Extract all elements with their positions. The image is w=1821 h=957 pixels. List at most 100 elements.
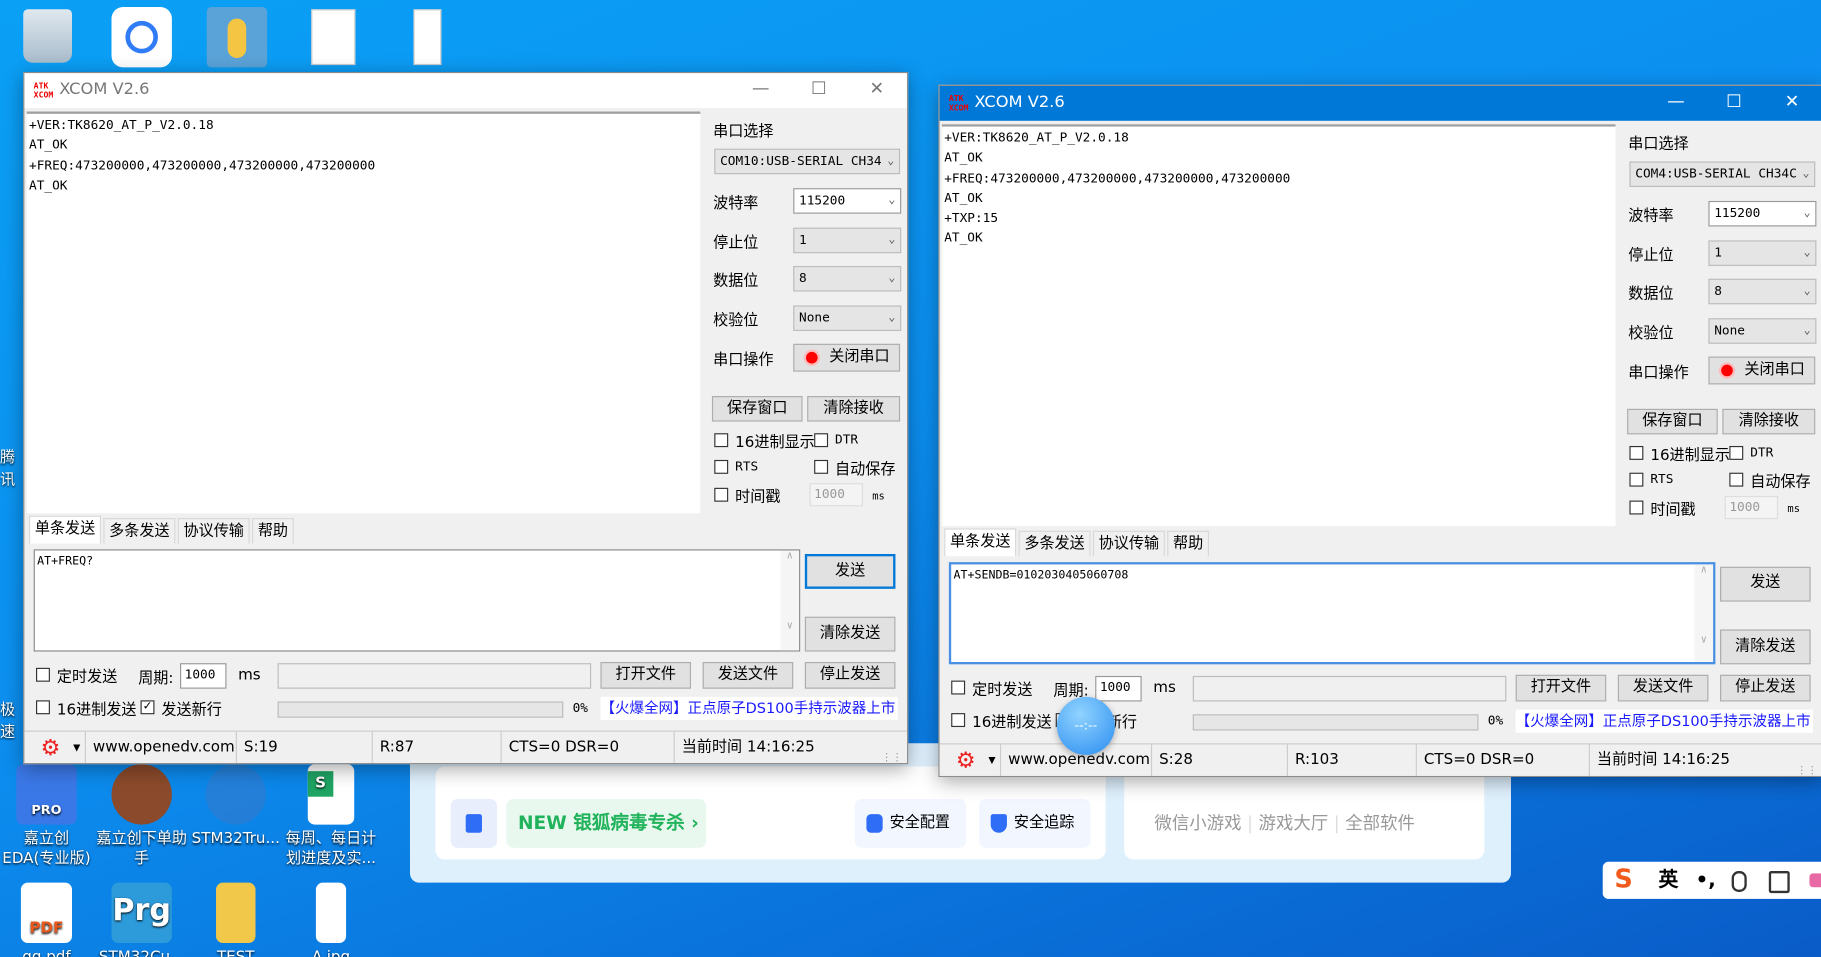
receive-area[interactable]: +VER:TK8620_AT_P_V2.0.18 AT_OK +FREQ:473… [941, 124, 1616, 527]
auto-save-checkbox[interactable] [1729, 472, 1744, 487]
port-select[interactable]: COM4:USB-SERIAL CH34C ⌄ [1629, 161, 1816, 187]
dtr-checkbox[interactable] [1729, 445, 1744, 460]
dropdown-arrow-icon[interactable]: ▼ [988, 744, 995, 775]
send-button[interactable]: 发送 [804, 553, 896, 589]
tab-single-send[interactable]: 单条发送 [29, 515, 102, 544]
security-trace-button[interactable]: 安全追踪 [979, 799, 1091, 848]
ime-punctuation-toggle[interactable]: •, [1696, 862, 1716, 899]
scrollbar[interactable]: ∧ ∨ [780, 550, 800, 651]
save-window-button[interactable]: 保存窗口 [1627, 408, 1718, 435]
data-bits-select[interactable]: 8 ⌄ [1708, 278, 1817, 305]
period-input[interactable]: 1000 [180, 663, 227, 689]
tab-single-send[interactable]: 单条发送 [944, 528, 1017, 557]
baud-select[interactable]: 115200 ⌄ [793, 188, 902, 214]
stop-send-button[interactable]: 停止发送 [804, 661, 896, 689]
close-button[interactable]: ✕ [1769, 91, 1815, 112]
auto-save-checkbox[interactable] [814, 459, 829, 474]
close-button[interactable]: ✕ [854, 78, 900, 99]
ad-link[interactable]: 【火爆全网】正点原子DS100手持示波器上市 [600, 696, 898, 721]
send-input[interactable]: AT+SENDB=0102030405060708 ∧ ∨ [948, 562, 1716, 665]
ime-toolbar[interactable]: S 英 •, [1602, 861, 1821, 899]
keyboard-icon[interactable] [1768, 871, 1790, 894]
parity-select[interactable]: None ⌄ [1708, 318, 1817, 344]
touch-app-icon[interactable] [206, 6, 268, 68]
maximize-button[interactable]: ☐ [1711, 91, 1757, 112]
toolbox-icon[interactable] [450, 799, 498, 848]
text-document-icon[interactable] [413, 9, 442, 66]
send-file-button[interactable]: 发送文件 [702, 661, 794, 689]
hex-send-checkbox[interactable] [951, 713, 966, 728]
tab-protocol[interactable]: 协议传输 [1092, 530, 1165, 557]
clear-send-button[interactable]: 清除发送 [1720, 629, 1811, 665]
link-all-software[interactable]: 全部软件 [1345, 813, 1415, 834]
website-link[interactable]: www.openedv.com [84, 731, 235, 764]
clear-receive-button[interactable]: 清除接收 [1722, 408, 1816, 435]
resize-grip-icon[interactable]: ⋮⋮ [882, 753, 903, 763]
tab-multi-send[interactable]: 多条发送 [1018, 530, 1091, 557]
timestamp-interval-input[interactable]: 1000 [1724, 495, 1779, 520]
desktop-icon-order-helper[interactable]: 嘉立创下单助手 [95, 764, 188, 869]
timestamp-checkbox[interactable] [1629, 500, 1644, 515]
tab-multi-send[interactable]: 多条发送 [103, 517, 176, 544]
scrollbar[interactable]: ∧ ∨ [1694, 564, 1714, 662]
send-newline-checkbox[interactable]: ✓ [140, 700, 155, 715]
desktop-icon-schedule[interactable]: S 每周、每日计划进度及实... [285, 764, 378, 869]
blank-document-icon[interactable] [311, 9, 356, 66]
port-select[interactable]: COM10:USB-SERIAL CH34 ⌄ [714, 148, 901, 175]
settings-gear-icon[interactable]: ⚙ [41, 732, 61, 763]
close-port-button[interactable]: 关闭串口 [1708, 356, 1816, 385]
clear-send-button[interactable]: 清除发送 [804, 616, 896, 652]
period-input[interactable]: 1000 [1095, 675, 1142, 702]
file-path-field[interactable] [1192, 675, 1507, 702]
parity-select[interactable]: None ⌄ [793, 305, 902, 331]
file-path-field[interactable] [277, 663, 592, 689]
desktop-icon-test-folder[interactable]: TEST [189, 882, 282, 957]
microphone-icon[interactable] [1731, 871, 1747, 892]
close-port-button[interactable]: 关闭串口 [793, 343, 901, 372]
recycle-bin-icon[interactable] [23, 9, 73, 63]
link-game-hall[interactable]: 游戏大厅 [1259, 813, 1329, 834]
timestamp-checkbox[interactable] [714, 487, 729, 502]
receive-area[interactable]: +VER:TK8620_AT_P_V2.0.18 AT_OK +FREQ:473… [26, 111, 701, 514]
open-file-button[interactable]: 打开文件 [600, 661, 692, 689]
maximize-button[interactable]: ☐ [796, 78, 842, 99]
stop-send-button[interactable]: 停止发送 [1720, 674, 1811, 702]
open-file-button[interactable]: 打开文件 [1515, 674, 1607, 702]
ad-link[interactable]: 【火爆全网】正点原子DS100手持示波器上市 [1515, 709, 1813, 733]
desktop-icon-a-jpg[interactable]: A.jpg [285, 882, 378, 957]
security-config-button[interactable]: 安全配置 [854, 799, 967, 848]
resize-grip-icon[interactable]: ⋮⋮ [1797, 765, 1818, 775]
clear-receive-button[interactable]: 清除接收 [807, 396, 901, 422]
tab-protocol[interactable]: 协议传输 [177, 517, 250, 544]
tab-help[interactable]: 帮助 [252, 517, 294, 544]
stop-bits-select[interactable]: 1 ⌄ [793, 227, 902, 254]
title-bar[interactable]: ATK XCOM XCOM V2.6 — ☐ ✕ [939, 85, 1821, 121]
timed-send-checkbox[interactable] [951, 680, 966, 695]
ime-language-toggle[interactable]: 英 [1658, 862, 1678, 899]
hex-display-checkbox[interactable] [1629, 445, 1644, 460]
send-file-button[interactable]: 发送文件 [1617, 674, 1709, 702]
dropdown-arrow-icon[interactable]: ▼ [73, 732, 80, 763]
tab-help[interactable]: 帮助 [1167, 530, 1210, 557]
baud-select[interactable]: 115200 ⌄ [1708, 200, 1817, 227]
desktop-icon-eda[interactable]: PRO 嘉立创EDA(专业版) [0, 764, 93, 869]
link-wechat-games[interactable]: 微信小游戏 [1154, 813, 1241, 834]
save-window-button[interactable]: 保存窗口 [711, 396, 803, 422]
desktop-icon-qq-pdf[interactable]: PDF qq.pdf [0, 882, 93, 957]
hex-send-checkbox[interactable] [36, 700, 50, 715]
stop-bits-select[interactable]: 1 ⌄ [1708, 240, 1817, 266]
hex-display-checkbox[interactable] [714, 433, 729, 448]
rts-checkbox[interactable] [1629, 472, 1644, 487]
timed-send-checkbox[interactable] [36, 667, 50, 682]
dtr-checkbox[interactable] [814, 433, 829, 448]
minimize-button[interactable]: — [737, 78, 783, 99]
title-bar[interactable]: ATK XCOM XCOM V2.6 — ☐ ✕ [24, 73, 908, 109]
new-banner[interactable]: NEW 银狐病毒专杀 › [506, 799, 707, 848]
minimize-button[interactable]: — [1653, 91, 1699, 112]
timestamp-interval-input[interactable]: 1000 [809, 483, 863, 507]
desktop-icon-stm32cube[interactable]: Prg STM32Cu... [95, 882, 188, 957]
data-bits-select[interactable]: 8 ⌄ [793, 265, 902, 292]
rts-checkbox[interactable] [714, 459, 729, 474]
send-button[interactable]: 发送 [1720, 566, 1811, 602]
skin-icon[interactable] [1809, 873, 1821, 888]
